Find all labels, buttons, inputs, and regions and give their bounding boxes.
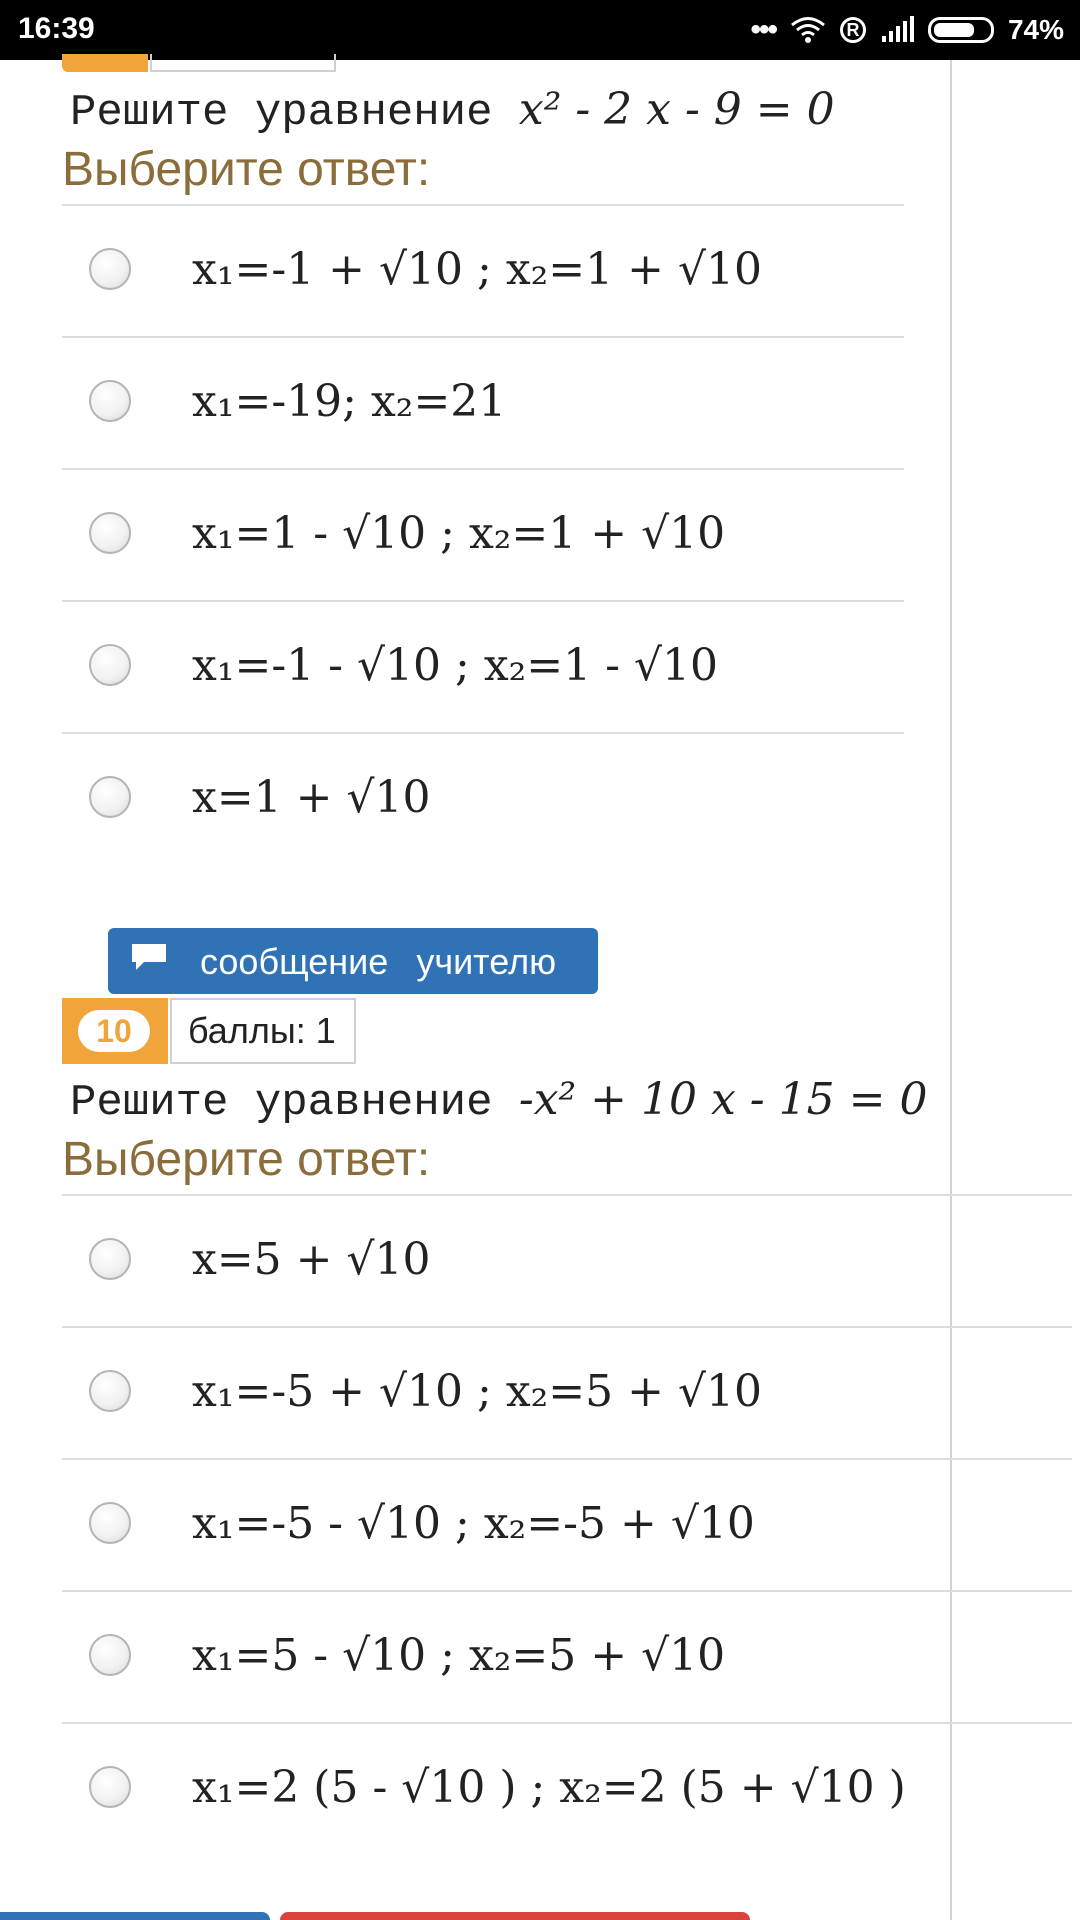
answer-text: x₁=-19; x₂=21	[192, 376, 507, 427]
message-teacher-button[interactable]: сообщение учителю	[108, 928, 598, 994]
radio-button[interactable]	[89, 644, 131, 686]
answer-option[interactable]: x₁=-5 - √10 ; x₂=-5 + √10	[62, 1458, 1072, 1590]
status-icons: ••• R 74%	[750, 10, 1064, 50]
question-1-answers: x₁=-1 + √10 ; x₂=1 + √10 x₁=-19; x₂=21 x…	[62, 204, 904, 864]
more-dots-icon: •••	[750, 13, 777, 46]
radio-button[interactable]	[89, 512, 131, 554]
question-2-answers: x=5 + √10 x₁=-5 + √10 ; x₂=5 + √10 x₁=-5…	[62, 1194, 1072, 1854]
battery-fill	[933, 23, 974, 37]
radio-button[interactable]	[89, 248, 131, 290]
battery-icon	[927, 17, 994, 43]
radio-button[interactable]	[89, 1370, 131, 1412]
radio-button[interactable]	[89, 1634, 131, 1676]
question-1-text: Решите уравнение x² - 2 x - 9 = 0	[70, 84, 835, 138]
message-teacher-label: сообщение учителю	[200, 941, 557, 982]
answer-option[interactable]: x₁=-1 - √10 ; x₂=1 - √10	[62, 600, 904, 732]
question-2-choose-label: Выберите ответ:	[62, 1133, 431, 1186]
answer-text: x₁=2 (5 - √10 ) ; x₂=2 (5 + √10 )	[192, 1762, 906, 1813]
question-2-equation: -x² + 10 x - 15 = 0	[518, 1074, 928, 1125]
registered-icon: R	[839, 17, 866, 43]
answer-text: x=5 + √10	[192, 1234, 431, 1285]
answer-option[interactable]: x₁=1 - √10 ; x₂=1 + √10	[62, 468, 904, 600]
radio-button[interactable]	[89, 1766, 131, 1808]
answer-option[interactable]: x₁=-5 + √10 ; x₂=5 + √10	[62, 1326, 1072, 1458]
answer-text: x₁=-1 + √10 ; x₂=1 + √10	[192, 244, 763, 295]
answer-option[interactable]: x₁=-19; x₂=21	[62, 336, 904, 468]
points-label: баллы: 1	[170, 998, 356, 1064]
question-number: 10	[78, 1010, 150, 1052]
signal-icon	[881, 16, 914, 42]
question-1-equation: x² - 2 x - 9 = 0	[518, 84, 835, 135]
question-2-prompt: Решите уравнение	[70, 1078, 493, 1128]
question-1-prompt: Решите уравнение	[70, 88, 493, 138]
answer-option[interactable]: x₁=2 (5 - √10 ) ; x₂=2 (5 + √10 )	[62, 1722, 1072, 1854]
question-number-badge: 10	[62, 998, 168, 1064]
answer-text: x₁=5 - √10 ; x₂=5 + √10	[192, 1630, 726, 1681]
battery-percent: 74%	[1007, 14, 1064, 45]
answer-option[interactable]: x₁=-1 + √10 ; x₂=1 + √10	[62, 204, 904, 336]
speech-bubble-icon	[132, 944, 166, 970]
answer-text: x₁=1 - √10 ; x₂=1 + √10	[192, 508, 726, 559]
question-1-choose-label: Выберите ответ:	[62, 143, 431, 196]
radio-button[interactable]	[89, 776, 131, 818]
answer-text: x₁=-5 + √10 ; x₂=5 + √10	[192, 1366, 763, 1417]
question-2-text: Решите уравнение -x² + 10 x - 15 = 0	[70, 1074, 928, 1128]
bottom-danger-button-partial[interactable]	[280, 1912, 750, 1920]
status-bar: 16:39 ••• R 74%	[0, 0, 1080, 60]
wifi-icon	[791, 17, 825, 43]
answer-option[interactable]: x=1 + √10	[62, 732, 904, 864]
radio-button[interactable]	[89, 1238, 131, 1280]
radio-button[interactable]	[89, 380, 131, 422]
question-number-badge-partial	[62, 54, 148, 72]
answer-text: x=1 + √10	[192, 772, 431, 823]
answer-text: x₁=-5 - √10 ; x₂=-5 + √10	[192, 1498, 755, 1549]
radio-button[interactable]	[89, 1502, 131, 1544]
status-time: 16:39	[18, 12, 95, 45]
answer-option[interactable]: x=5 + √10	[62, 1194, 1072, 1326]
bottom-button-partial[interactable]	[0, 1912, 270, 1920]
points-box-partial	[150, 54, 336, 72]
answer-option[interactable]: x₁=5 - √10 ; x₂=5 + √10	[62, 1590, 1072, 1722]
answer-text: x₁=-1 - √10 ; x₂=1 - √10	[192, 640, 719, 691]
